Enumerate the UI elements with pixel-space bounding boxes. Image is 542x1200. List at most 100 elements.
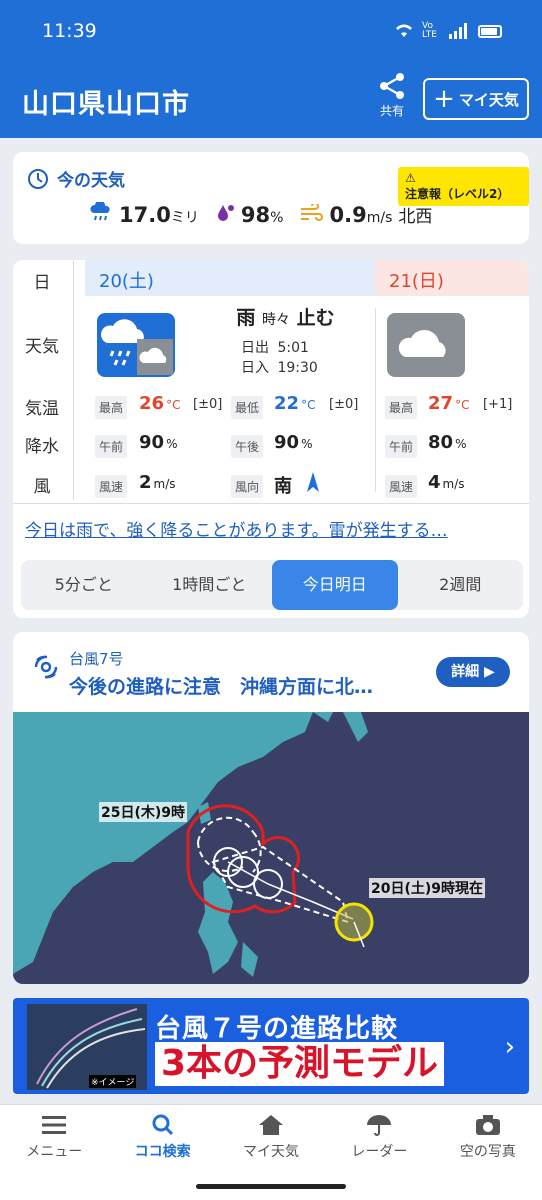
typhoon-track-map[interactable] [13,712,529,984]
sunset-time: 19:30 [277,360,318,376]
wind-direction-arrow-icon [307,472,319,492]
sun-times: 日出 5:01 日入 19:30 [241,338,318,378]
pm-label: 午後 [231,435,264,458]
day2-date: 21(日) [375,260,529,296]
chevron-right-icon: › [504,1032,515,1062]
typhoon-card[interactable]: 台風7号 今後の進路に注意 沖縄方面に北… 詳細 ▶ 25日(木)9時 20日(… [13,632,529,984]
day1-date: 20(土) [85,260,375,296]
camera-icon [475,1115,500,1135]
day1-pm-value: 90 [274,432,300,453]
tab-5min[interactable]: 5分ごと [21,560,147,610]
wind-value: 0.9 [329,203,367,227]
rain-amount: 17.0ミリ [89,200,199,227]
typhoon-comparison-banner[interactable]: ※イメージ 台風７号の進路比較 3本の予測モデル › [13,998,529,1094]
nav-koko-search[interactable]: ココ検索 [108,1105,216,1168]
weather-end: 止む [296,307,335,329]
nav-radar[interactable]: レーダー [325,1105,433,1168]
typhoon-detail-button[interactable]: 詳細 ▶ [436,657,510,687]
day1-wind-value: 2 [139,472,152,493]
share-button[interactable]: 共有 [372,72,412,119]
current-weather-card[interactable]: 今の天気 ⚠ 注意報（レベル2） 17.0ミリ 98% 0.9m/s 北西 [13,152,529,244]
sunrise-time: 5:01 [277,340,309,356]
wind-dir-label: 風向 [231,475,264,498]
app-header: 山口県山口市 共有 + マイ天気 [0,62,542,138]
day1-low-diff: [±0] [329,397,359,412]
wind-icon [301,202,324,221]
tab-hourly[interactable]: 1時間ごと [147,560,273,610]
home-indicator[interactable] [196,1184,346,1189]
forecast-card: 日 天気 気温 降水 風 20(土) 21(日) 雨 時々 止む 日出 5:01… [13,260,529,618]
humidity-unit: % [270,210,284,226]
warning-badge[interactable]: ⚠ 注意報（レベル2） [398,167,529,206]
nav-menu-label: メニュー [26,1144,83,1160]
row-label-temp: 気温 [25,399,59,419]
status-icons: Vo LTE [394,22,502,40]
wind-speed-label: 風速 [95,475,128,498]
day2-high: 27 °C [428,393,469,414]
day1-pm-rain: 90% [274,432,312,453]
nav-sky-photos-label: 空の写真 [459,1144,516,1160]
day2-wind: 4 m/s [428,472,465,493]
day2-am-value: 80 [428,432,454,453]
share-icon [380,73,404,99]
forecast-time-label: 25日(木)9時 [99,802,188,822]
nav-my-weather-label: マイ天気 [243,1144,300,1160]
detail-label: 詳細 [451,664,480,680]
bottom-navigation: メニュー ココ検索 マイ天気 レーダー 空の写真 [0,1104,542,1168]
current-weather-heading: 今の天気 [27,166,125,191]
day2-high-diff: [+1] [483,397,513,412]
rain-value: 17.0 [119,203,171,227]
weather-main: 雨 [236,307,256,329]
current-values: 17.0ミリ 98% 0.9m/s 北西 [89,200,432,227]
day2-high-value: 27 [428,393,454,414]
high-label: 最高 [95,396,128,419]
clock-icon [28,168,48,189]
row-labels: 日 天気 気温 降水 風 [13,260,71,500]
pct-unit: % [301,437,313,451]
tab-today-tomorrow[interactable]: 今日明日 [272,560,398,610]
battery-icon [478,24,502,38]
typhoon-headline: 今後の進路に注意 沖縄方面に北… [69,676,374,698]
share-label: 共有 [379,104,404,118]
menu-icon [42,1116,67,1134]
forecast-tabs: 5分ごと 1時間ごと 今日明日 2週間 [21,560,523,610]
plus-icon: + [433,84,455,114]
nav-sky-photos[interactable]: 空の写真 [434,1105,542,1168]
umbrella-icon [367,1115,392,1136]
day1-am-value: 90 [139,432,165,453]
typhoon-icon [34,655,58,679]
rain-unit: ミリ [170,210,199,226]
forecast-comment-link[interactable]: 今日は雨で、強く降ることがあります。雷が発生する… [25,516,520,541]
day1-wind: 2 m/s [139,472,176,493]
wind-unit: m/s [366,210,393,226]
banner-line2: 3本の予測モデル [155,1042,445,1086]
humidity: 98% [215,202,284,227]
tab-2weeks[interactable]: 2週間 [398,560,524,610]
day2-wind-value: 4 [428,472,441,493]
gesture-bar [0,1168,542,1200]
pct-unit: % [455,437,467,451]
day1-high-diff: [±0] [193,397,223,412]
temp-unit: °C [455,398,470,412]
signal-icon [449,23,467,39]
am-label: 午前 [95,435,128,458]
day1-wind-dir: 南 [274,476,292,497]
temp-unit: °C [166,398,181,412]
add-my-weather-button[interactable]: + マイ天気 [423,78,529,120]
day2-high-label: 最高 [385,396,418,419]
row-label-weather: 天気 [25,337,59,357]
network-label: Vo LTE [422,21,437,40]
day-divider [375,308,376,492]
location-title: 山口県山口市 [22,89,190,120]
nav-my-weather[interactable]: マイ天気 [217,1105,325,1168]
image-note: ※イメージ [89,1075,137,1088]
day1-high: 26 °C [139,393,180,414]
nav-menu[interactable]: メニュー [0,1105,108,1168]
day2-am-rain: 80% [428,432,466,453]
wifi-icon [396,24,412,37]
day1-low-value: 22 [274,393,300,414]
humidity-value: 98 [240,203,271,227]
day1-low: 22 °C [274,393,315,414]
comment-divider [13,503,529,504]
day2-am-label: 午前 [385,435,418,458]
